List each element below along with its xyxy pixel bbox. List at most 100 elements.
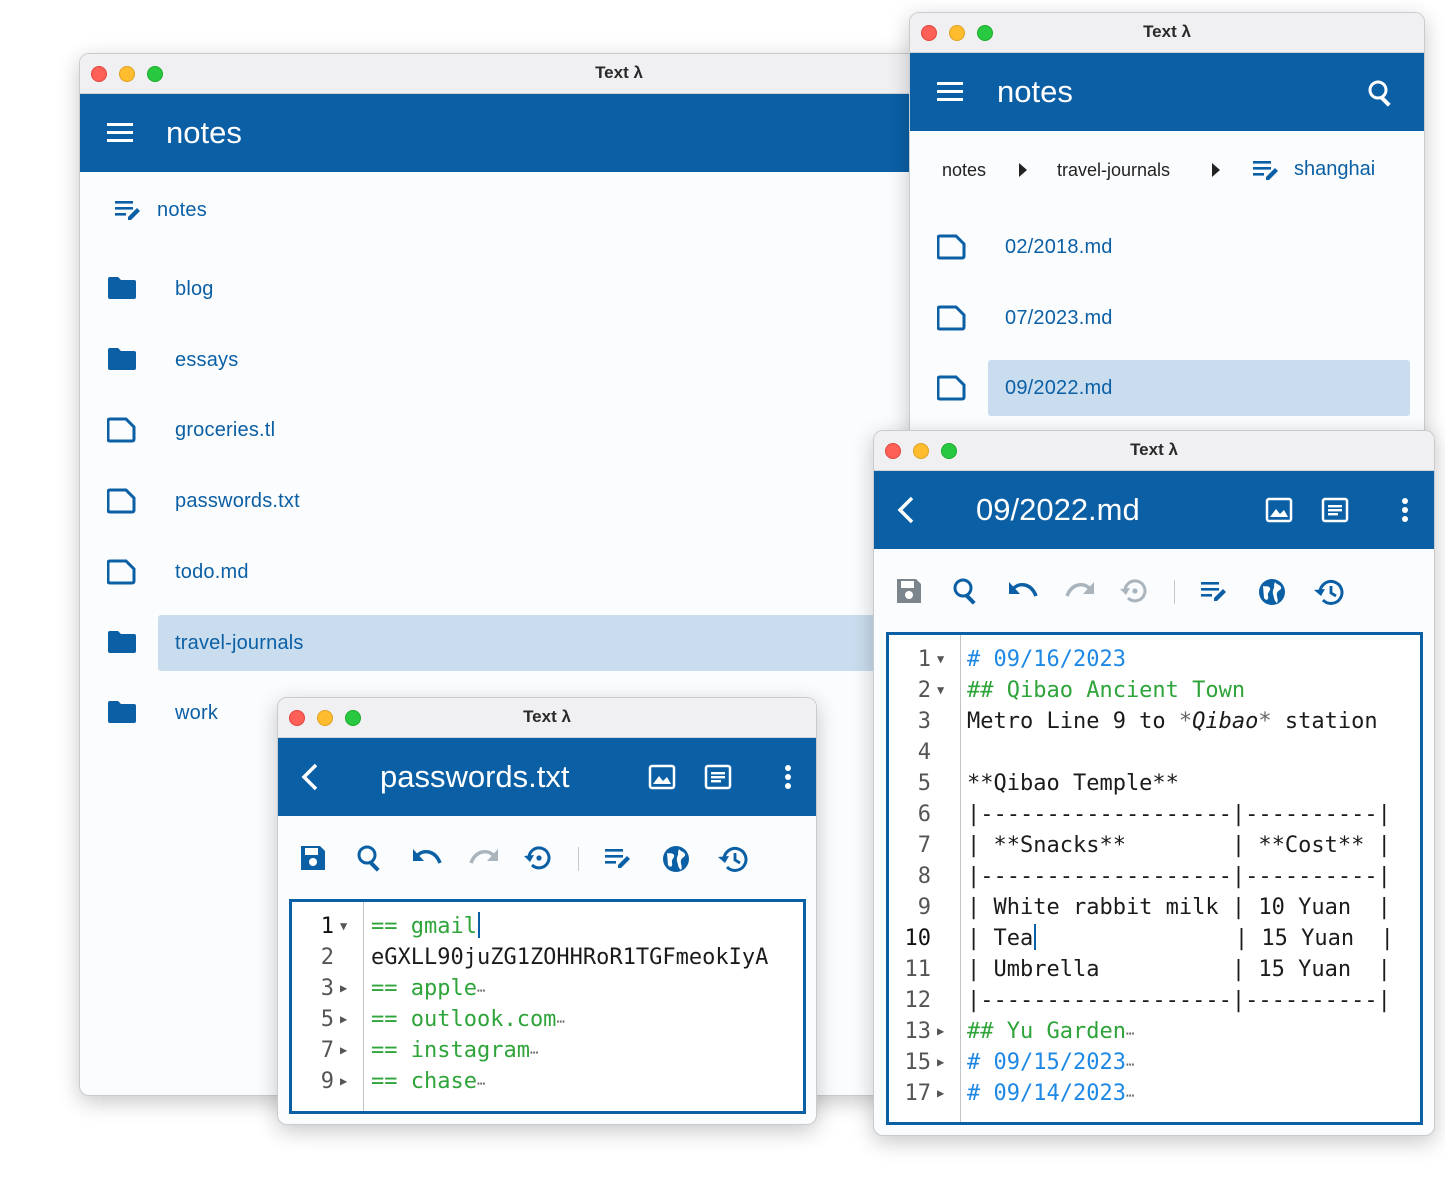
back-arrow-icon[interactable] bbox=[894, 495, 916, 525]
code-line[interactable]: # 09/15/2023⋯ bbox=[967, 1047, 1134, 1078]
more-vert-icon[interactable] bbox=[783, 764, 793, 790]
image-icon[interactable] bbox=[648, 764, 676, 790]
search-icon[interactable] bbox=[356, 844, 384, 872]
history-icon[interactable] bbox=[1119, 577, 1149, 605]
globe-icon[interactable] bbox=[1257, 577, 1287, 607]
code-line[interactable]: == chase⋯ bbox=[371, 1066, 485, 1097]
restore-history-icon[interactable] bbox=[717, 844, 749, 874]
code-line[interactable]: == apple⋯ bbox=[371, 973, 485, 1004]
code-text: == gmail bbox=[371, 914, 477, 939]
app-bar-title: notes bbox=[997, 74, 1073, 109]
redo-icon[interactable] bbox=[1064, 579, 1096, 603]
code-line[interactable]: ## Qibao Ancient Town bbox=[967, 675, 1245, 706]
folded-ellipsis[interactable]: ⋯ bbox=[1126, 1088, 1134, 1104]
file-list-item[interactable]: essays bbox=[80, 332, 938, 388]
file-icon bbox=[106, 488, 137, 519]
folded-ellipsis[interactable]: ⋯ bbox=[556, 1014, 564, 1030]
code-text-tail: station bbox=[1271, 709, 1378, 734]
file-list-item[interactable]: passwords.txt bbox=[80, 473, 938, 529]
code-line[interactable]: | White rabbit milk | 10 Yuan | bbox=[967, 892, 1391, 923]
window-title: Text λ bbox=[595, 63, 643, 82]
fold-expanded-icon[interactable]: ▼ bbox=[937, 644, 944, 675]
fold-expanded-icon[interactable]: ▼ bbox=[340, 911, 347, 942]
search-icon[interactable] bbox=[1367, 79, 1395, 107]
search-icon[interactable] bbox=[952, 577, 980, 605]
file-name-title: passwords.txt bbox=[380, 759, 570, 794]
code-line[interactable]: # 09/14/2023⋯ bbox=[967, 1078, 1134, 1109]
edit-note-icon[interactable] bbox=[604, 846, 632, 872]
passwords-editor-window: Text λ passwords.txt 1 ▼ == gmail 2 eGXLL90j… bbox=[277, 697, 817, 1125]
code-line[interactable]: Metro Line 9 to *Qibao* station bbox=[967, 706, 1378, 737]
file-list-item[interactable]: 02/2018.md bbox=[910, 219, 1424, 275]
text-editor[interactable]: 1 ▼ # 09/16/2023 2 ▼ ## Qibao Ancient Town 3 Me… bbox=[886, 632, 1423, 1125]
file-list-item[interactable]: travel-journals bbox=[80, 614, 938, 671]
code-line[interactable]: |-------------------|----------| bbox=[967, 861, 1391, 892]
code-line[interactable]: eGXLL90juZG1ZOHHRoR1TGFmeokIyA bbox=[371, 942, 768, 973]
file-list-item-label: 02/2018.md bbox=[1005, 236, 1113, 258]
preview-article-icon[interactable] bbox=[704, 764, 732, 790]
fold-collapsed-icon[interactable]: ▶ bbox=[937, 1078, 944, 1109]
code-text: Metro Line 9 to bbox=[967, 709, 1179, 734]
breadcrumb-shanghai[interactable]: shanghai bbox=[1294, 154, 1375, 184]
save-icon[interactable] bbox=[299, 844, 327, 872]
code-line[interactable]: ## Yu Garden⋯ bbox=[967, 1016, 1134, 1047]
code-line[interactable]: **Qibao Temple** bbox=[967, 768, 1179, 799]
history-icon[interactable] bbox=[523, 844, 553, 872]
breadcrumb-travel-journals[interactable]: travel-journals bbox=[1057, 155, 1170, 185]
code-line[interactable]: | Umbrella | 15 Yuan | bbox=[967, 954, 1391, 985]
code-line[interactable]: == gmail bbox=[371, 911, 480, 942]
save-icon[interactable] bbox=[895, 577, 923, 605]
fold-collapsed-icon[interactable]: ▶ bbox=[937, 1016, 944, 1047]
code-line[interactable]: # 09/16/2023 bbox=[967, 644, 1126, 675]
code-text: == instagram bbox=[371, 1038, 530, 1063]
line-number: 15 bbox=[904, 1050, 932, 1075]
edit-note-icon[interactable] bbox=[1200, 579, 1228, 605]
breadcrumb-notes[interactable]: notes bbox=[942, 155, 986, 185]
file-list-item[interactable]: todo.md bbox=[80, 544, 938, 600]
fold-collapsed-icon[interactable]: ▶ bbox=[340, 1066, 347, 1097]
undo-icon[interactable] bbox=[411, 846, 443, 870]
code-line[interactable]: |-------------------|----------| bbox=[967, 799, 1391, 830]
menu-icon[interactable] bbox=[106, 121, 134, 145]
line-number: 9 bbox=[917, 895, 931, 920]
current-folder-label: notes bbox=[157, 199, 207, 221]
folded-ellipsis[interactable]: ⋯ bbox=[477, 983, 485, 999]
back-arrow-icon[interactable] bbox=[298, 762, 320, 792]
folded-ellipsis[interactable]: ⋯ bbox=[1126, 1057, 1134, 1073]
preview-article-icon[interactable] bbox=[1321, 497, 1349, 523]
undo-icon[interactable] bbox=[1007, 579, 1039, 603]
folded-ellipsis[interactable]: ⋯ bbox=[1126, 1026, 1134, 1042]
line-number: 17 bbox=[904, 1081, 932, 1106]
fold-expanded-icon[interactable]: ▼ bbox=[937, 675, 944, 706]
file-list-item[interactable]: groceries.tl bbox=[80, 402, 938, 458]
file-list-item[interactable]: blog bbox=[80, 261, 938, 317]
fold-collapsed-icon[interactable]: ▶ bbox=[340, 1035, 347, 1066]
image-icon[interactable] bbox=[1265, 497, 1293, 523]
file-list-item[interactable]: 07/2023.md bbox=[910, 290, 1424, 346]
fold-collapsed-icon[interactable]: ▶ bbox=[340, 973, 347, 1004]
window-title: Text λ bbox=[523, 707, 571, 726]
menu-icon[interactable] bbox=[936, 80, 964, 104]
emphasis-text: Qibao bbox=[1192, 709, 1259, 734]
code-line[interactable]: |-------------------|----------| bbox=[967, 985, 1391, 1016]
redo-icon[interactable] bbox=[468, 846, 500, 870]
restore-history-icon[interactable] bbox=[1313, 577, 1345, 607]
code-line[interactable]: == outlook.com⋯ bbox=[371, 1004, 565, 1035]
file-name-title: 09/2022.md bbox=[976, 492, 1140, 527]
code-line[interactable]: | Tea | 15 Yuan | bbox=[967, 923, 1394, 954]
code-text: == outlook.com bbox=[371, 1007, 557, 1032]
file-list-item[interactable]: 09/2022.md bbox=[910, 360, 1424, 417]
fold-collapsed-icon[interactable]: ▶ bbox=[937, 1047, 944, 1078]
fold-collapsed-icon[interactable]: ▶ bbox=[340, 1004, 347, 1035]
folded-ellipsis[interactable]: ⋯ bbox=[477, 1076, 485, 1092]
globe-icon[interactable] bbox=[661, 844, 691, 874]
code-text-tail: | 15 Yuan | bbox=[1036, 926, 1394, 951]
text-editor[interactable]: 1 ▼ == gmail 2 eGXLL90juZG1ZOHHRoR1TGFmeokIy… bbox=[289, 899, 806, 1114]
current-folder-row[interactable]: notes bbox=[80, 182, 938, 238]
code-line[interactable]: == instagram⋯ bbox=[371, 1035, 538, 1066]
file-list-item-label: groceries.tl bbox=[175, 419, 276, 442]
folded-ellipsis[interactable]: ⋯ bbox=[530, 1045, 538, 1061]
code-line[interactable]: | **Snacks** | **Cost** | bbox=[967, 830, 1391, 861]
emphasis-marker: * bbox=[1178, 709, 1193, 734]
more-vert-icon[interactable] bbox=[1400, 497, 1410, 523]
